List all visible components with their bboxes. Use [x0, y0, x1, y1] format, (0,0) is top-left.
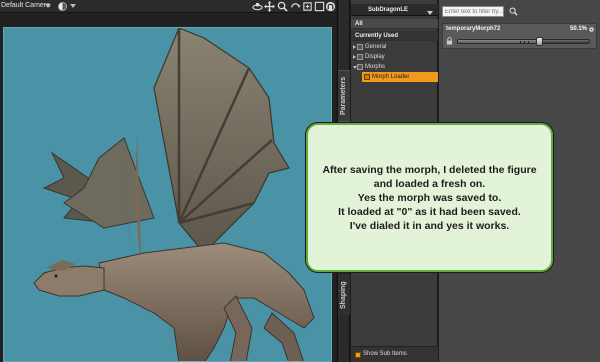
shading-mode-icon[interactable] [58, 2, 67, 11]
callout-line: and loaded a fresh on. [373, 177, 486, 190]
callout-line: I've dialed it in and yes it works. [349, 219, 510, 232]
chevron-right-icon[interactable] [353, 45, 356, 49]
tree-item-label: Morphs [365, 64, 386, 70]
shading-chevron-down-icon[interactable] [70, 4, 76, 8]
slider-track[interactable] [457, 37, 590, 46]
group-icon [357, 54, 363, 60]
maximize-icon[interactable] [314, 1, 325, 12]
tree-item-morph-loader[interactable]: Morph Loader [362, 72, 438, 82]
orbit-icon[interactable] [252, 1, 263, 12]
reset-icon[interactable] [325, 1, 336, 12]
zoom-icon[interactable] [277, 1, 288, 12]
tree-item-label: General [365, 44, 387, 50]
rotate-icon[interactable] [290, 1, 301, 12]
callout-text: After saving the morph, I deleted the fi… [322, 163, 536, 233]
lock-icon[interactable] [446, 37, 453, 45]
filter-input[interactable] [442, 6, 504, 17]
viewport-toolbar: Default Camera [0, 0, 336, 13]
callout-line: It loaded at "0" as it had been saved. [338, 205, 521, 218]
show-sub-items-checkbox[interactable] [355, 352, 361, 358]
show-sub-items-label: Show Sub Items [363, 351, 407, 357]
tree-item-morphs[interactable]: Morphs [351, 62, 438, 72]
slider-tick [524, 41, 525, 44]
pan-icon[interactable] [264, 1, 275, 12]
camera-dropdown-chevron-down-icon[interactable] [45, 4, 51, 8]
tree-footer: Show Sub Items [351, 346, 438, 362]
search-icon[interactable] [509, 7, 518, 16]
morph-slider[interactable]: temporaryMorph72 50.1% [442, 23, 597, 49]
tab-parameters[interactable]: Parameters [338, 70, 350, 122]
camera-selector[interactable]: Default Camera [1, 1, 50, 11]
tree-item-general[interactable]: General [351, 42, 438, 52]
node-selector[interactable]: SubDragonLE [351, 4, 438, 16]
tree-item-label: Morph Loader [372, 74, 410, 80]
node-name: SubDragonLE [368, 7, 408, 13]
annotation-callout: After saving the morph, I deleted the fi… [306, 123, 553, 272]
group-icon [357, 64, 363, 70]
frame-icon[interactable] [302, 1, 313, 12]
viewport-scene[interactable] [3, 27, 332, 362]
dragon-figure [33, 28, 315, 361]
slider-value[interactable]: 50.1% [570, 26, 587, 32]
chevron-down-icon[interactable] [427, 11, 433, 15]
tree-item-display[interactable]: Display [351, 52, 438, 62]
callout-line: After saving the morph, I deleted the fi… [322, 163, 537, 176]
slider-label: temporaryMorph72 [446, 26, 501, 32]
slider-tick [520, 41, 521, 44]
group-icon [357, 44, 363, 50]
tree-item-label: Display [365, 54, 385, 60]
tree-item-all[interactable]: All [351, 19, 438, 29]
chevron-right-icon[interactable] [353, 55, 356, 59]
gear-icon[interactable] [588, 26, 595, 33]
callout-line: Yes the morph was saved to. [357, 191, 502, 204]
tree-item-currently-used[interactable]: Currently Used [351, 31, 438, 41]
group-icon [364, 74, 370, 80]
viewport[interactable]: Default Camera [0, 0, 336, 362]
slider-tick [528, 41, 529, 44]
tab-shaping[interactable]: Shaping [338, 275, 350, 315]
slider-knob[interactable] [536, 37, 544, 46]
